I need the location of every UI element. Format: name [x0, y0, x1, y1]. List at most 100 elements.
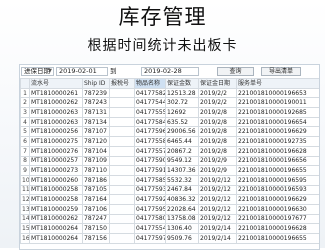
item-name-cell: 04177585 [134, 174, 166, 186]
deposit-cell: 5532.32 [165, 174, 199, 186]
service-no-cell: 221001810000196630 [236, 203, 319, 215]
table-row[interactable]: 5 MT1810000256 787107 04177596 29006.56 2019/… [20, 126, 319, 138]
tax-no-cell [109, 126, 135, 138]
tax-no-cell [109, 145, 135, 157]
date-range-separator: 到 [110, 67, 117, 75]
serial-cell: MT1810000256 [29, 126, 83, 138]
table-row[interactable]: 11 MT1810000258 787105 04177593 2467.84 2019/… [20, 184, 319, 196]
serial-cell: MT1810000263 [29, 107, 83, 118]
table-row[interactable]: 3 MT1810000263 787131 04177555 12692 2019/2/8… [20, 107, 319, 118]
ship-id-cell: 787134 [82, 116, 110, 128]
table-row[interactable]: 15 MT1810000264 787150 04177554 1306.40 2019/… [20, 223, 319, 234]
search-button[interactable]: 查询 [217, 67, 254, 76]
table-row[interactable]: 8 MT1810000257 787109 04177590 9549.12 2019/2… [20, 155, 319, 167]
item-name-cell: 04177557 [134, 145, 166, 157]
table-row[interactable]: 13 MT1810000259 787106 04177595 22028.64 2019… [20, 203, 319, 215]
table-row[interactable]: 12 MT1810000258 787164 04177592 40836.32 2019… [20, 194, 319, 205]
item-name-cell: 04177591 [134, 165, 166, 176]
serial-cell: MT1810000275 [29, 136, 83, 147]
tax-no-cell [109, 203, 135, 215]
deposit-date-cell: 2019/2/9 [198, 165, 237, 176]
row-index-cell: 7 [20, 145, 30, 157]
tax-no-cell [109, 87, 135, 99]
column-header-serial[interactable]: 流水号 [29, 78, 83, 89]
item-name-cell: 04177595 [134, 203, 166, 215]
export-button[interactable]: 导出清单 [261, 67, 301, 76]
service-no-cell: 221001810000192735 [236, 136, 319, 147]
row-index-cell: 10 [20, 174, 30, 186]
inventory-table: 流水号 Ship ID 报税号 物品名称 保证金数 保证金日期 服务单号 1 MT… [20, 78, 319, 244]
serial-cell: MT1810000261 [29, 87, 83, 99]
ship-id-cell: 787156 [82, 233, 110, 244]
table-row[interactable]: 1 MT1810000261 787239 04177582 12513.28 2019/… [20, 87, 319, 99]
serial-cell: MT1810000263 [29, 116, 83, 128]
serial-cell: MT1810000262 [29, 213, 83, 225]
ship-id-cell: 787106 [82, 203, 110, 215]
table-row[interactable]: 14 MT1810000262 787247 04177580 13758.08 2019… [20, 213, 319, 225]
tax-no-cell [109, 194, 135, 205]
serial-cell: MT1810000273 [29, 165, 83, 176]
tax-no-cell [109, 116, 135, 128]
tax-no-cell [109, 174, 135, 186]
row-index-cell: 5 [20, 126, 30, 138]
deposit-date-cell: 2019/2/8 [198, 145, 237, 157]
column-header-tax-no[interactable]: 报税号 [109, 78, 135, 89]
deposit-cell: 40836.32 [165, 194, 199, 205]
table-row[interactable]: 2 MT1810000262 787243 04177544 302.72 2019/2/… [20, 97, 319, 109]
service-no-cell: 221001810000196653 [236, 87, 319, 99]
column-header-item-name[interactable]: 物品名称 [134, 78, 166, 89]
service-no-cell: 221001810000196655 [236, 233, 319, 244]
table-row[interactable]: 9 MT1810000273 787110 04177591 14307.36 2019/… [20, 165, 319, 176]
row-index-cell: 4 [20, 116, 30, 128]
deposit-cell: 635.52 [165, 116, 199, 128]
service-no-cell: 221001810000196628 [236, 223, 319, 234]
item-name-cell: 04177580 [134, 213, 166, 225]
service-no-cell: 221001810000196629 [236, 126, 319, 138]
tax-no-cell [109, 155, 135, 167]
deposit-date-cell: 2019/2/8 [198, 136, 237, 147]
table-row[interactable]: 16 MT1810000264 787156 04177597 9509.76 2019/… [20, 233, 319, 244]
ship-id-cell: 787243 [82, 97, 110, 109]
service-no-cell: 221001810000196628 [236, 145, 319, 157]
row-index-cell: 15 [20, 223, 30, 234]
tax-no-cell [109, 97, 135, 109]
row-index-cell: 13 [20, 203, 30, 215]
service-no-cell: 221001810000196654 [236, 116, 319, 128]
deposit-date-cell: 2019/2/9 [198, 155, 237, 167]
row-index-cell: 8 [20, 155, 30, 167]
table-row[interactable]: 6 MT1810000275 787120 04177558 6465.44 2019/2… [20, 136, 319, 147]
column-header-index [20, 78, 30, 89]
table-row[interactable]: 7 MT1810000276 787104 04177557 20867.2 2019/2… [20, 145, 319, 157]
ship-id-cell: 787105 [82, 184, 110, 196]
deposit-date-cell: 2019/2/12 [198, 203, 237, 215]
page-title: 库存管理 [118, 5, 207, 29]
row-index-cell: 1 [20, 87, 30, 99]
column-header-deposit-date[interactable]: 保证金日期 [198, 78, 237, 89]
table-row[interactable]: 10 MT1810000260 787186 04177585 5532.32 2019/… [20, 174, 319, 186]
item-name-cell: 04177544 [134, 97, 166, 109]
tax-no-cell [109, 107, 135, 118]
service-no-cell: 221001810000190011 [236, 97, 319, 109]
ship-id-cell: 787107 [82, 126, 110, 138]
column-header-ship-id[interactable]: Ship ID [82, 78, 110, 89]
ship-id-cell: 787131 [82, 107, 110, 118]
service-no-cell: 221001810000196595 [236, 174, 319, 186]
date-to-input[interactable]: 2019-02-28 [141, 67, 199, 76]
inventory-panel: 进保日期 ▼ 2019-02-01 到 2019-02-28 查询 导出清单 流… [19, 64, 320, 250]
date-from-input[interactable]: 2019-02-01 [56, 67, 108, 76]
row-index-cell: 2 [20, 97, 30, 109]
date-type-select[interactable]: 进保日期 ▼ [21, 67, 54, 76]
service-no-cell: 221001810000196656 [236, 155, 319, 167]
chevron-down-icon: ▼ [48, 68, 52, 74]
column-header-service-no[interactable]: 服务单号 [236, 78, 319, 89]
deposit-date-cell: 2019/2/14 [198, 223, 237, 234]
row-index-cell: 3 [20, 107, 30, 118]
deposit-date-cell: 2019/2/2 [198, 97, 237, 109]
service-no-cell: 221001810000192685 [236, 107, 319, 118]
item-name-cell: 04177596 [134, 126, 166, 138]
tax-no-cell [109, 233, 135, 244]
item-name-cell: 04177554 [134, 223, 166, 234]
item-name-cell: 04177582 [134, 87, 166, 99]
column-header-deposit[interactable]: 保证金数 [165, 78, 199, 89]
table-row[interactable]: 4 MT1810000263 787134 04177584 635.52 2019/2/… [20, 116, 319, 128]
